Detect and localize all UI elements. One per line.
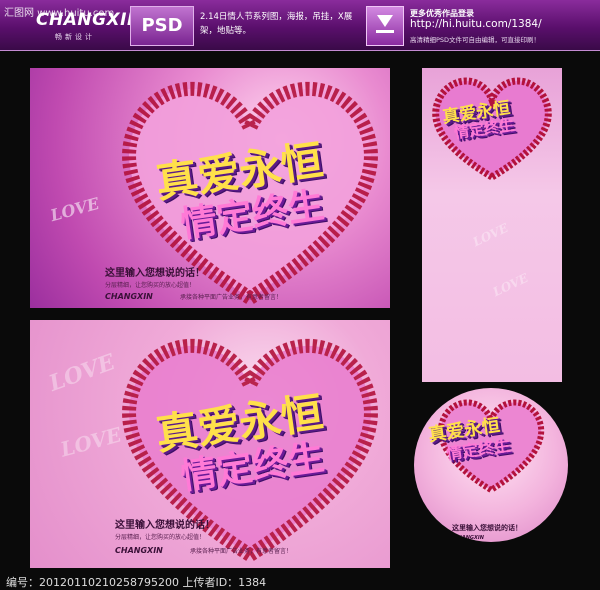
brand-logo: CHANGXIN [36,10,142,30]
poster-tagline: 这里输入您想说的话！ [105,268,205,279]
format-badge: PSD [130,6,194,46]
footer-bar: 编号：20120110210258795200 上传者ID：1384 [0,573,600,589]
poster-horizontal-bottom: LOVE LOVE 真爱永恒 情定终生 这里输入您想说的话！ 分层精细，让您购买… [30,320,390,568]
product-description: 2.14日情人节系列图，海报，吊挂，X展架，地贴等。 [200,12,353,36]
brand-logo-sub: 畅新设计 [55,33,95,41]
poster-brand: CHANGXIN [454,535,484,541]
download-button[interactable] [366,6,404,46]
poster-sub-text: 分层精细，让您购买的放心超值！ [115,534,206,541]
poster-brand-text: 承接各种平面广告业务，有意者留言！ [180,294,283,301]
love-text: LOVE [48,193,102,226]
poster-round-sticker: 真爱永恒 情定终生 这里输入您想说的话！ CHANGXIN [414,388,568,542]
love-text: LOVE [470,220,511,250]
poster-tagline: 这里输入您想说的话！ [115,520,215,531]
footer-id-text: 编号：20120110210258795200 上传者ID：1384 [6,576,267,589]
poster-horizontal-top: 真爱永恒 情定终生 LOVE 这里输入您想说的话！ 分层精细，让您购买的放心超值… [30,68,390,308]
author-url-link[interactable]: http://hi.huitu.com/1384/ [410,18,542,30]
poster-brand: CHANGXIN [115,546,163,555]
poster-brand-text: 承接各种平面广告业务，有意者留言！ [190,548,293,555]
love-text: LOVE [490,270,531,300]
download-icon [377,15,393,27]
poster-brand: CHANGXIN [105,292,153,301]
poster-tagline: 这里输入您想说的话！ [452,524,522,532]
poster-sub-text: 分层精细，让您购买的放心超值！ [105,282,196,289]
poster-vertical-banner: 真爱永恒 情定终生 LOVE LOVE [422,68,562,382]
header-bar: 汇图网 www.huitu.com CHANGXIN 畅新设计 PSD 2.14… [0,0,600,51]
file-note: 高清精细PSD文件可自由编辑，可直接印刷！ [410,36,541,44]
